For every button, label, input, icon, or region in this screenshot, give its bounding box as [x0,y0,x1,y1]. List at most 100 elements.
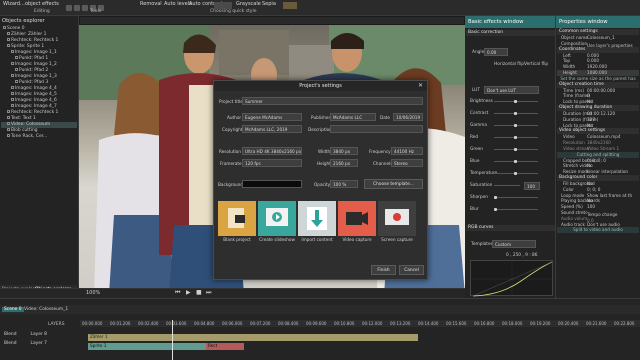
blur-slider[interactable] [494,209,538,210]
finish-button[interactable]: Finish [371,265,396,275]
height-label: Height [317,161,331,166]
tool-button[interactable] [82,5,88,11]
choosing-style-label: Choosing quick style [210,9,257,14]
ruler-tick-label: 00:20.400 [558,321,579,326]
date-field[interactable]: 10/06/2019 [393,113,423,121]
frequency-label: Frequency [369,149,391,154]
saturation-label: Saturation [470,183,493,188]
skip-back-icon[interactable]: ⏮ [175,289,180,297]
basic-correction-header[interactable]: Basic correction [466,30,555,36]
clip-zahler[interactable]: Zähler 1 [88,334,418,341]
copyright-field[interactable]: McAdams LLC, 2019 [242,125,302,133]
tree-item[interactable]: Tone Rack, Cer... [1,134,77,140]
brightness-knob[interactable] [514,100,517,103]
template-video-capture[interactable]: Video capture [338,201,376,248]
author-label: Author [227,115,242,120]
background-label: Background [218,182,243,187]
channels-select[interactable]: Stereo [391,159,423,167]
close-icon[interactable]: ✕ [418,82,423,89]
publisher-field[interactable]: McAdams LLC [330,113,376,121]
effect-preset-thumbnail[interactable] [283,2,297,9]
green-knob[interactable] [514,148,517,151]
lut-select[interactable]: Don't use LUT [484,86,539,94]
ruler-tick-label: 00:12.000 [362,321,383,326]
clip-rect[interactable]: Rect [206,343,244,350]
vertical-flip-label[interactable]: Vertical flip [524,62,548,67]
properties-title: Properties window [556,16,640,28]
sepia-button[interactable]: Sepia [262,1,276,7]
gamma-knob[interactable] [514,124,517,127]
sharpen-label: Sharpen [470,195,488,200]
auto-levels-button[interactable]: Auto levels [164,1,192,7]
width-field[interactable]: 3840 px [330,147,358,155]
zoom-value[interactable]: 100% [86,290,100,296]
blur-knob[interactable] [494,208,497,211]
rgb-curves-header[interactable]: RGB curves [466,225,555,231]
saturation-field[interactable]: 100 [524,182,540,190]
height-field[interactable]: 2160 px [330,159,358,167]
blue-knob[interactable] [514,160,517,163]
project-title-field[interactable]: Summer [242,97,423,105]
play-icon[interactable]: ▶ [186,289,191,296]
resolution-select[interactable]: Ultra HD 4K 3840x2160 pixels (16 [242,147,302,155]
blank-project-icon [218,201,256,236]
track-header[interactable]: Blend Layer 8 [4,331,78,339]
track-header[interactable]: Blend Layer 7 [4,340,78,348]
tool-button[interactable] [74,5,80,11]
tools-group-label: Tools [90,9,102,14]
template-import-content[interactable]: Import content [298,201,336,248]
temperature-knob[interactable] [514,172,517,175]
contrast-knob[interactable] [514,112,517,115]
stop-icon[interactable]: ■ [196,289,202,296]
template-blank-project[interactable]: Blank project [218,201,256,248]
angle-field[interactable]: 0.00 [484,48,508,56]
publisher-label: Publisher [311,115,331,120]
skip-forward-icon[interactable]: ⏭ [206,289,211,297]
objects-explorer-panel: Objects explorer Scene 0 Zähler: Zähler … [0,16,79,298]
video-capture-icon [338,201,376,236]
choose-template-button[interactable]: Choose template... [364,179,423,189]
effects-menu[interactable]: effects [42,1,59,7]
template-screen-capture[interactable]: Screen capture [378,201,416,248]
opacity-label: Opacity [314,182,331,187]
rgb-curve-graph[interactable] [470,260,554,297]
template-create-slideshow[interactable]: Create slideshow [258,201,296,248]
ruler-tick-label: 00:16.800 [474,321,495,326]
date-label: Date [380,115,391,120]
sharpen-slider[interactable] [494,197,538,198]
background-color-picker[interactable] [242,180,302,188]
description-field[interactable] [330,125,423,133]
sharpen-knob[interactable] [494,196,497,199]
tab-scene[interactable]: Scene 0 [2,307,24,312]
set-same-size-link[interactable]: Set the same size as the parent has [557,76,639,82]
ruler-tick-label: 00:14.400 [418,321,439,326]
grayscale-button[interactable]: Grayscale [236,1,261,7]
playhead[interactable] [172,320,173,360]
author-field[interactable]: Eugene McAdams [242,113,302,121]
object-menu[interactable]: object [25,1,40,7]
removal-button[interactable]: Removal [140,1,162,7]
tab-video-colosseum[interactable]: Video: Colosseum_1 [24,307,68,312]
dialog-title: Project's settings [299,83,342,89]
split-audio-button[interactable]: Split to video and audio [557,227,639,234]
clip-sprite[interactable]: Sprite 1 [88,343,206,350]
opacity-field[interactable]: 100 % [330,180,358,188]
brightness-label: Brightness [470,99,493,104]
basic-effects-title: Basic effects window [465,16,555,28]
tool-button[interactable] [66,5,72,11]
framerate-select[interactable]: 120 fps [242,159,302,167]
ruler-tick-label: 00:22.800 [614,321,635,326]
green-label: Green [470,147,484,152]
wizard-menu[interactable]: Wizard... [3,1,25,7]
timeline-ruler[interactable]: 00:00.000 00:01.200 00:02.400 00:03.600 00:0… [80,320,640,327]
cancel-button[interactable]: Cancel [399,265,424,275]
property-row[interactable]: Composition modeUse layer's properties [557,41,639,48]
screen-capture-icon [378,201,416,236]
red-knob[interactable] [514,136,517,139]
effect-preset-thumbnail[interactable] [214,2,232,9]
horizontal-flip-label[interactable]: Horizontal flip [494,62,524,67]
saturation-slider[interactable] [494,185,520,186]
curve-templates-select[interactable]: Custom [492,240,536,248]
frequency-select[interactable]: 44100 Hz [391,147,423,155]
blue-label: Blue [470,159,480,164]
